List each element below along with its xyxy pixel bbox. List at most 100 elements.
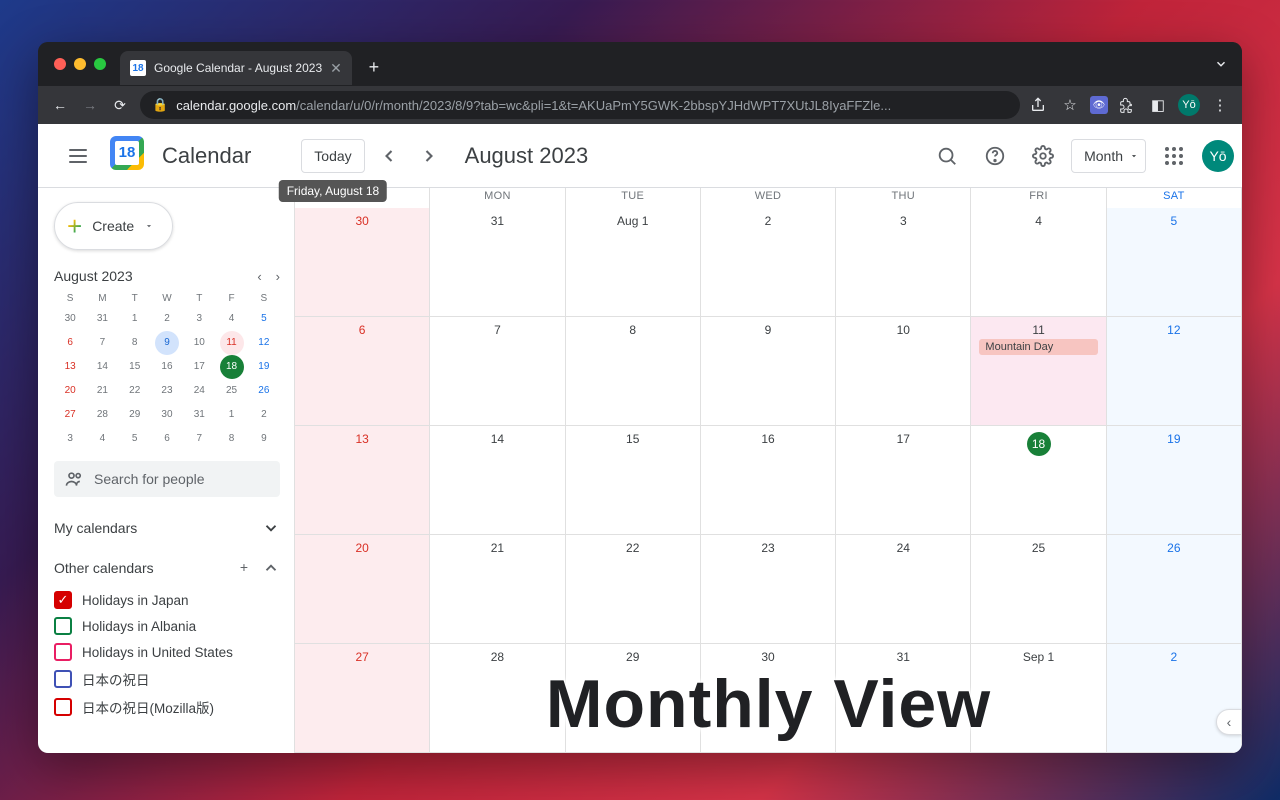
google-apps-icon[interactable] (1154, 136, 1194, 176)
day-cell[interactable]: 10 (836, 317, 971, 426)
extension-icon[interactable]: 👁 (1090, 96, 1108, 114)
mini-day[interactable]: 10 (187, 331, 211, 355)
mini-day[interactable]: 19 (252, 355, 276, 379)
calendar-checkbox[interactable] (54, 670, 72, 688)
mini-day[interactable]: 13 (58, 355, 82, 379)
mini-day[interactable]: 30 (155, 403, 179, 427)
day-cell[interactable]: 28 (430, 644, 565, 753)
mini-day[interactable]: 7 (90, 331, 114, 355)
day-cell[interactable]: 11Mountain Day (971, 317, 1106, 426)
day-cell[interactable]: 22 (566, 535, 701, 644)
mini-day[interactable]: 20 (58, 379, 82, 403)
day-cell[interactable]: 20 (295, 535, 430, 644)
calendar-checkbox[interactable]: ✓ (54, 591, 72, 609)
profile-avatar[interactable]: Yō (1178, 94, 1200, 116)
mini-day[interactable]: 1 (123, 307, 147, 331)
day-cell[interactable]: 29 (566, 644, 701, 753)
minimize-window[interactable] (74, 58, 86, 70)
close-window[interactable] (54, 58, 66, 70)
create-button[interactable]: + Create (54, 202, 173, 250)
calendar-checkbox[interactable] (54, 698, 72, 716)
mini-day[interactable]: 12 (252, 331, 276, 355)
calendar-item[interactable]: Holidays in Albania (54, 613, 280, 639)
mini-day[interactable]: 21 (90, 379, 114, 403)
day-cell[interactable]: 23 (701, 535, 836, 644)
day-cell[interactable]: 18 (971, 426, 1106, 535)
day-cell[interactable]: 3 (836, 208, 971, 317)
view-selector[interactable]: Month (1071, 139, 1146, 173)
mini-day[interactable]: 7 (187, 427, 211, 451)
nav-reload-icon[interactable]: ⟳ (110, 97, 130, 114)
mini-day[interactable]: 26 (252, 379, 276, 403)
mini-day[interactable]: 1 (220, 403, 244, 427)
day-cell[interactable]: 24 (836, 535, 971, 644)
other-calendars-toggle[interactable]: Other calendars + (54, 559, 280, 577)
day-cell[interactable]: 8 (566, 317, 701, 426)
calendar-item[interactable]: Holidays in United States (54, 639, 280, 665)
mini-day[interactable]: 3 (187, 307, 211, 331)
calendar-checkbox[interactable] (54, 643, 72, 661)
event-chip[interactable]: Mountain Day (979, 339, 1097, 355)
calendar-item[interactable]: ✓Holidays in Japan (54, 587, 280, 613)
mini-day[interactable]: 16 (155, 355, 179, 379)
maximize-window[interactable] (94, 58, 106, 70)
close-tab-icon[interactable]: ✕ (330, 60, 342, 77)
share-icon[interactable] (1030, 97, 1050, 113)
day-cell[interactable]: 13 (295, 426, 430, 535)
day-cell[interactable]: 2 (701, 208, 836, 317)
mini-day[interactable]: 6 (58, 331, 82, 355)
browser-menu-icon[interactable]: ⋮ (1210, 96, 1230, 114)
browser-tab[interactable]: 18 Google Calendar - August 2023 ✕ (120, 51, 352, 85)
mini-day[interactable]: 6 (155, 427, 179, 451)
mini-day[interactable]: 15 (123, 355, 147, 379)
mini-day[interactable]: 9 (155, 331, 179, 355)
day-cell[interactable]: 17 (836, 426, 971, 535)
help-icon[interactable] (975, 136, 1015, 176)
day-cell[interactable]: 26 (1107, 535, 1242, 644)
settings-icon[interactable] (1023, 136, 1063, 176)
mini-next-icon[interactable]: › (276, 269, 280, 284)
day-cell[interactable]: 12 (1107, 317, 1242, 426)
my-calendars-toggle[interactable]: My calendars (54, 519, 280, 537)
day-cell[interactable]: Aug 1 (566, 208, 701, 317)
bookmark-icon[interactable]: ☆ (1060, 96, 1080, 114)
mini-day[interactable]: 3 (58, 427, 82, 451)
mini-day[interactable]: 31 (187, 403, 211, 427)
mini-day[interactable]: 14 (90, 355, 114, 379)
window-controls[interactable] (48, 58, 112, 70)
day-cell[interactable]: 31 (836, 644, 971, 753)
calendar-checkbox[interactable] (54, 617, 72, 635)
day-cell[interactable]: 21 (430, 535, 565, 644)
mini-day[interactable]: 31 (90, 307, 114, 331)
mini-day[interactable]: 17 (187, 355, 211, 379)
mini-day[interactable]: 2 (155, 307, 179, 331)
mini-day[interactable]: 27 (58, 403, 82, 427)
account-avatar[interactable]: Yō (1202, 140, 1234, 172)
mini-day[interactable]: 30 (58, 307, 82, 331)
mini-day[interactable]: 4 (90, 427, 114, 451)
search-icon[interactable] (927, 136, 967, 176)
today-button[interactable]: Today Friday, August 18 (301, 139, 364, 173)
search-people-input[interactable]: Search for people (54, 461, 280, 497)
mini-day[interactable]: 11 (220, 331, 244, 355)
day-cell[interactable]: 16 (701, 426, 836, 535)
day-cell[interactable]: 27 (295, 644, 430, 753)
mini-day[interactable]: 25 (220, 379, 244, 403)
tabs-dropdown-icon[interactable] (1214, 57, 1228, 71)
mini-day[interactable]: 23 (155, 379, 179, 403)
day-cell[interactable]: 2 (1107, 644, 1242, 753)
nav-forward-icon[interactable]: → (80, 97, 100, 113)
mini-day[interactable]: 28 (90, 403, 114, 427)
side-panel-toggle[interactable]: ‹ (1216, 709, 1242, 735)
mini-day[interactable]: 2 (252, 403, 276, 427)
address-field[interactable]: 🔒 calendar.google.com/calendar/u/0/r/mon… (140, 91, 1020, 119)
day-cell[interactable]: Sep 1 (971, 644, 1106, 753)
day-cell[interactable]: 9 (701, 317, 836, 426)
day-cell[interactable]: 25 (971, 535, 1106, 644)
day-cell[interactable]: 6 (295, 317, 430, 426)
mini-day[interactable]: 4 (220, 307, 244, 331)
day-cell[interactable]: 30 (295, 208, 430, 317)
day-cell[interactable]: 15 (566, 426, 701, 535)
mini-day[interactable]: 8 (220, 427, 244, 451)
mini-day[interactable]: 29 (123, 403, 147, 427)
